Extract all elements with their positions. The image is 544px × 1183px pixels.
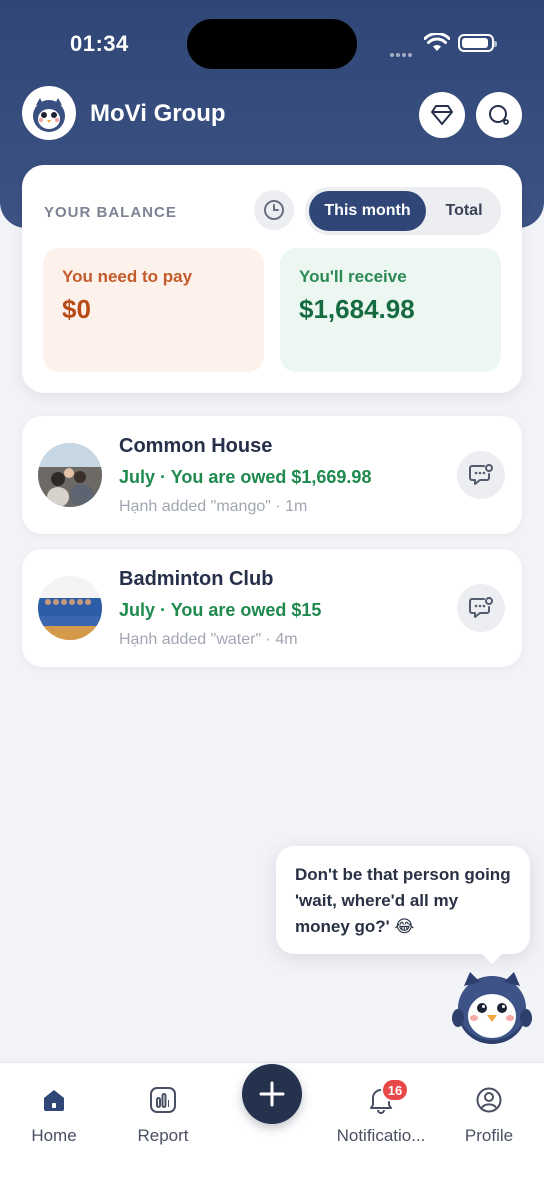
- app-header: MoVi Group: [0, 86, 544, 142]
- receive-label: You'll receive: [299, 267, 407, 286]
- group-photo: [38, 443, 102, 507]
- status-bar: 01:34: [0, 0, 544, 80]
- receive-summary[interactable]: You'll receive $1,684.98: [280, 248, 501, 372]
- tab-total[interactable]: Total: [431, 191, 497, 231]
- tab-profile[interactable]: Profile: [434, 1085, 544, 1146]
- group-photo: [38, 576, 102, 640]
- tab-home-label: Home: [31, 1126, 77, 1145]
- chat-icon[interactable]: [457, 451, 505, 499]
- add-expense-button[interactable]: [242, 1064, 302, 1124]
- group-title[interactable]: MoVi Group: [90, 100, 226, 128]
- tab-report-label: Report: [137, 1126, 189, 1145]
- diamond-icon[interactable]: [419, 92, 465, 138]
- tab-this-month[interactable]: This month: [309, 191, 426, 231]
- plus-icon: [259, 1081, 285, 1107]
- home-indicator: [190, 1168, 354, 1173]
- status-time: 01:34: [70, 31, 129, 56]
- group-name: Common House: [119, 435, 273, 457]
- home-icon: [0, 1085, 109, 1115]
- group-name: Badminton Club: [119, 568, 274, 590]
- owl-mascot-icon[interactable]: [450, 968, 534, 1048]
- mascot-tip-bubble[interactable]: Don't be that person going 'wait, where'…: [276, 846, 530, 964]
- user-circle-icon: [434, 1085, 544, 1115]
- group-balance-status: July · You are owed $1,669.98: [119, 467, 372, 487]
- dynamic-island: [187, 19, 357, 69]
- chart-icon: [108, 1085, 218, 1115]
- pay-label: You need to pay: [62, 267, 193, 286]
- pay-value: $0: [62, 294, 91, 324]
- tab-report[interactable]: Report: [108, 1085, 218, 1146]
- group-card-common-house[interactable]: Common House July · You are owed $1,669.…: [22, 416, 522, 534]
- cellular-signal-icon: [390, 44, 414, 62]
- tab-home[interactable]: Home: [0, 1085, 109, 1146]
- tab-notifications-label: Notificatio...: [336, 1126, 426, 1145]
- group-balance-status: July · You are owed $15: [119, 600, 322, 620]
- group-last-activity: Hạnh added "mango" · 1m: [119, 498, 308, 515]
- balance-card: YOUR BALANCE This month Total You need t…: [22, 165, 522, 393]
- tip-text: Don't be that person going 'wait, where'…: [295, 865, 511, 936]
- battery-icon: [458, 34, 497, 52]
- pay-summary[interactable]: You need to pay $0: [43, 248, 264, 372]
- clock-icon[interactable]: [254, 190, 294, 230]
- receive-value: $1,684.98: [299, 294, 415, 324]
- wifi-icon: [423, 32, 451, 58]
- tab-profile-label: Profile: [464, 1126, 514, 1145]
- balance-label: YOUR BALANCE: [44, 204, 177, 221]
- period-toggle: This month Total: [305, 187, 501, 235]
- owl-mascot-icon[interactable]: [22, 86, 76, 140]
- chat-icon[interactable]: [457, 584, 505, 632]
- notification-count-badge: 16: [381, 1078, 409, 1102]
- search-icon[interactable]: [476, 92, 522, 138]
- group-card-badminton-club[interactable]: Badminton Club July · You are owed $15 H…: [22, 549, 522, 667]
- group-last-activity: Hạnh added "water" · 4m: [119, 631, 298, 648]
